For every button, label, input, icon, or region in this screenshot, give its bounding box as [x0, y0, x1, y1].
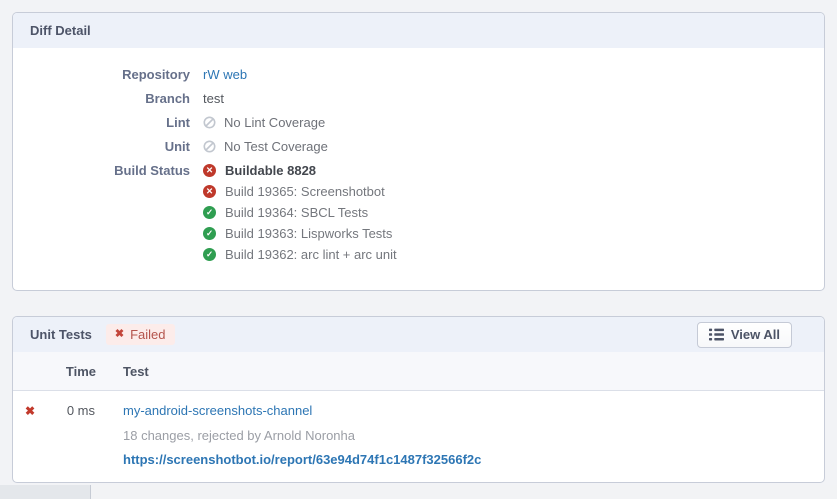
- unit-tests-body: ✖ 0 ms my-android-screenshots-channel 18…: [13, 391, 824, 483]
- property-label: Unit: [13, 137, 203, 156]
- property-label: Lint: [13, 113, 203, 132]
- build-label: Build 19363: Lispworks Tests: [225, 224, 392, 243]
- test-time: 0 ms: [67, 403, 95, 418]
- property-row: Unit No Test Coverage: [13, 137, 824, 156]
- failed-badge-label: Failed: [130, 327, 165, 342]
- property-row: Lint No Lint Coverage: [13, 113, 824, 132]
- column-header-status: [13, 352, 47, 391]
- table-header-row: Time Test: [13, 352, 824, 391]
- unit-tests-table: Time Test ✖ 0 ms my-android-screenshots-…: [13, 352, 824, 482]
- report-url-link[interactable]: https://screenshotbot.io/report/63e94d74…: [123, 452, 481, 467]
- badge-x-icon: ✖: [115, 329, 124, 340]
- check-circle-icon: ✓: [203, 248, 216, 261]
- property-value: No Lint Coverage: [203, 113, 325, 132]
- property-value: rW web: [203, 65, 247, 84]
- build-row: ✓ Build 19362: arc lint + arc unit: [203, 245, 397, 264]
- build-label: Build 19365: Screenshotbot: [225, 182, 385, 201]
- coverage-text: No Lint Coverage: [224, 113, 325, 132]
- ban-icon: [203, 140, 216, 153]
- failed-status-badge: ✖ Failed: [106, 324, 175, 345]
- build-label: Build 19362: arc lint + arc unit: [225, 245, 397, 264]
- column-header-time: Time: [47, 352, 96, 391]
- build-row: ✓ Build 19363: Lispworks Tests: [203, 224, 397, 243]
- build-row: ✓ Build 19364: SBCL Tests: [203, 203, 397, 222]
- unit-tests-title: Unit Tests: [30, 327, 92, 342]
- property-value: ✕ Buildable 8828 ✕ Build 19365: Screensh…: [203, 161, 397, 266]
- build-row: ✕ Build 19365: Screenshotbot: [203, 182, 397, 201]
- build-status-list: ✕ Buildable 8828 ✕ Build 19365: Screensh…: [203, 161, 397, 266]
- unit-tests-header: Unit Tests ✖ Failed View All: [13, 317, 824, 352]
- times-circle-icon: ✕: [203, 164, 216, 177]
- test-name-link[interactable]: my-android-screenshots-channel: [123, 403, 312, 418]
- property-value: No Test Coverage: [203, 137, 328, 156]
- ban-icon: [203, 116, 216, 129]
- property-row: Build Status ✕ Buildable 8828 ✕ Build 19…: [13, 161, 824, 266]
- property-list: Repository rW web Branch test Lint No Li…: [13, 48, 824, 290]
- next-section-edge: [0, 485, 837, 499]
- test-table-row: ✖ 0 ms my-android-screenshots-channel 18…: [13, 391, 824, 483]
- build-row: ✕ Buildable 8828: [203, 161, 397, 180]
- build-label: Buildable 8828: [225, 161, 316, 180]
- next-section-gutter: [0, 485, 91, 499]
- view-all-label: View All: [731, 327, 780, 342]
- repository-link[interactable]: rW web: [203, 65, 247, 84]
- next-section-body: [91, 485, 837, 499]
- property-value: test: [203, 89, 224, 108]
- property-label: Build Status: [13, 161, 203, 180]
- list-icon: [709, 328, 724, 341]
- check-circle-icon: ✓: [203, 227, 216, 240]
- diff-detail-title: Diff Detail: [30, 23, 91, 38]
- property-row: Repository rW web: [13, 65, 824, 84]
- property-row: Branch test: [13, 89, 824, 108]
- property-label: Repository: [13, 65, 203, 84]
- test-detail-text: 18 changes, rejected by Arnold Noronha: [123, 428, 823, 443]
- build-label: Build 19364: SBCL Tests: [225, 203, 368, 222]
- diff-detail-panel: Diff Detail Repository rW web Branch tes…: [12, 12, 825, 291]
- view-all-button[interactable]: View All: [697, 322, 792, 348]
- unit-tests-panel: Unit Tests ✖ Failed View All: [12, 316, 825, 483]
- branch-value: test: [203, 89, 224, 108]
- coverage-text: No Test Coverage: [224, 137, 328, 156]
- property-label: Branch: [13, 89, 203, 108]
- check-circle-icon: ✓: [203, 206, 216, 219]
- diff-detail-header: Diff Detail: [13, 13, 824, 48]
- column-header-test: Test: [96, 352, 824, 391]
- row-fail-icon: ✖: [25, 404, 35, 418]
- times-circle-icon: ✕: [203, 185, 216, 198]
